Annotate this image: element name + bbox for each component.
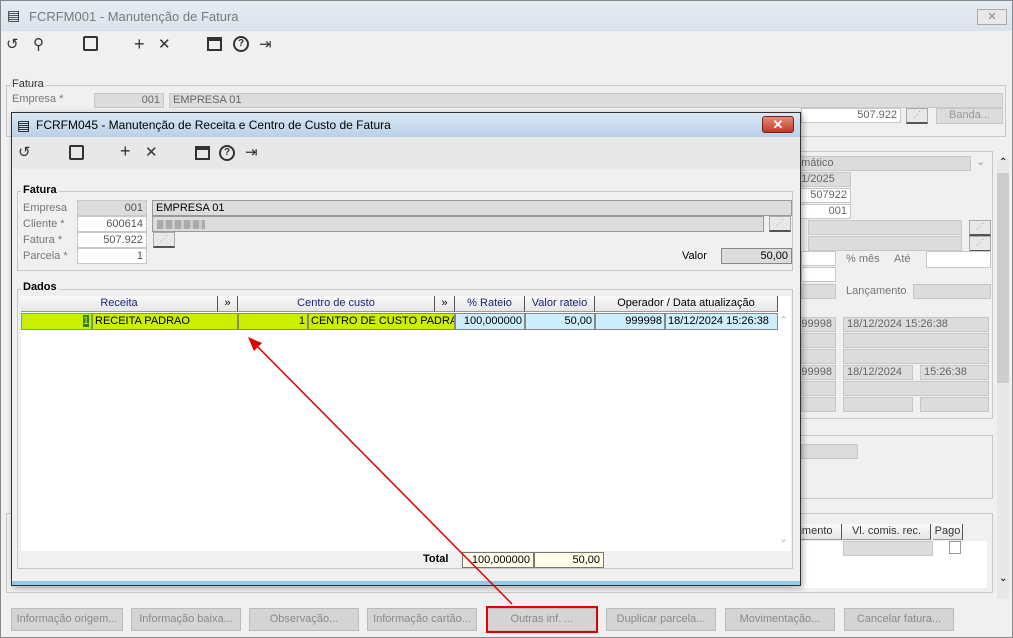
annotation-arrow [248, 337, 513, 605]
annotation-arrow-line [253, 342, 513, 605]
